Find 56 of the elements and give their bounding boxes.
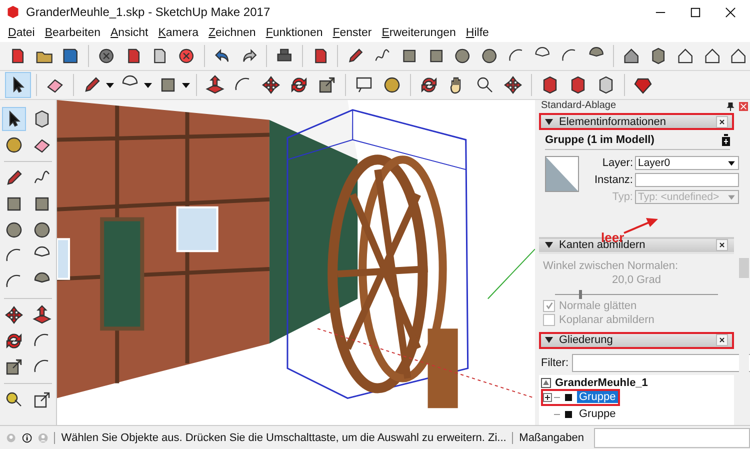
group-icon <box>565 410 572 418</box>
status-message: Wählen Sie Objekte aus. Drücken Sie die Umschalttaste, um die Auswahl zu erweitern. Zi... <box>61 432 506 444</box>
menu-item[interactable]: Erweiterungen <box>376 27 461 39</box>
component-icon[interactable] <box>722 134 730 146</box>
tree-item[interactable]: GranderMeuhle_1 <box>555 376 648 389</box>
expand-icon[interactable] <box>543 392 552 402</box>
angle-label: Winkel zwischen Normalen: <box>543 260 680 272</box>
tree-item[interactable]: Gruppe <box>577 408 618 420</box>
panel-header[interactable]: Gliederung <box>539 332 734 349</box>
field-label: Typ: <box>611 191 633 204</box>
filter-label: Filter: <box>541 356 568 369</box>
caret-icon[interactable] <box>182 81 190 89</box>
caret-icon[interactable] <box>144 81 152 89</box>
caret-icon[interactable] <box>106 81 114 89</box>
pin-icon[interactable] <box>726 102 735 111</box>
menu-item[interactable]: Bearbeiten <box>40 27 106 39</box>
triangle-thumbnail <box>545 156 579 192</box>
checkbox-label: Normale glätten <box>559 300 637 312</box>
annotation-arrow <box>623 218 659 234</box>
menu-item[interactable]: Funktionen <box>260 27 328 39</box>
checkbox-label: Koplanar abmildern <box>559 314 654 326</box>
collapse-triangle-icon[interactable] <box>545 241 553 250</box>
field-label: Instanz: <box>593 174 633 186</box>
menu-item[interactable]: Kamera <box>153 27 204 39</box>
angle-reading: 20,0 Grad <box>612 274 661 286</box>
push-arrow-icon[interactable] <box>31 304 53 326</box>
filter-field[interactable] <box>572 354 750 372</box>
cross-arrows-icon[interactable] <box>3 304 25 326</box>
angle-slider[interactable] <box>555 290 718 296</box>
panel-header[interactable]: Elementinformationen <box>539 113 734 130</box>
menu-item[interactable]: Ansicht <box>106 27 154 39</box>
close-icon[interactable] <box>716 239 728 252</box>
collapse-triangle-icon[interactable] <box>545 118 553 126</box>
caret-icon[interactable] <box>727 158 736 168</box>
close-icon[interactable] <box>716 116 728 128</box>
group-icon <box>565 394 572 401</box>
close-icon[interactable] <box>725 6 736 18</box>
field-label: Layer: <box>601 157 633 170</box>
menu-item[interactable]: Fenster <box>328 27 377 39</box>
entity-heading: Gruppe (1 im Modell) <box>545 134 654 146</box>
maximize-icon[interactable] <box>690 6 701 18</box>
arrow-cursor-icon[interactable] <box>6 73 30 97</box>
arrow-cursor-icon[interactable] <box>3 108 25 130</box>
measurements-field[interactable] <box>594 428 750 448</box>
menu-item[interactable]: Datei <box>3 27 40 39</box>
measurements-label: Maßangaben <box>519 432 584 444</box>
input-field[interactable] <box>635 173 739 188</box>
window-title: GranderMeuhle_1.skp - SketchUp Make 2017 <box>26 5 272 19</box>
tree-item[interactable]: Gruppe <box>577 391 618 404</box>
layer-dropdown[interactable]: Layer0 <box>635 156 739 170</box>
menu-item[interactable]: Hilfe <box>460 27 494 39</box>
menu-item[interactable]: Zeichnen <box>204 27 261 39</box>
tray-title: Standard-Ablage <box>541 100 616 111</box>
close-icon[interactable] <box>716 334 728 346</box>
app-logo-icon <box>6 5 20 19</box>
collapse-triangle-icon[interactable] <box>545 336 553 344</box>
